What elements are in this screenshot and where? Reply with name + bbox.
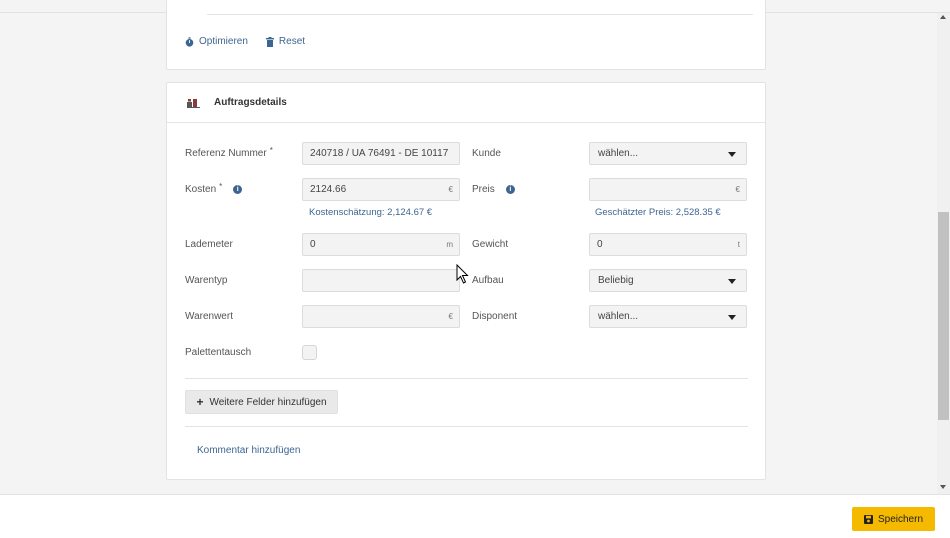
reference-label-text: Referenz Nummer: [185, 148, 267, 159]
loading-meter-label: Lademeter: [185, 239, 233, 250]
costs-label: Kosten * i: [185, 182, 243, 195]
goods-type-label: Warentyp: [185, 275, 227, 286]
body-type-select[interactable]: Beliebig: [589, 269, 747, 292]
optimize-label: Optimieren: [199, 36, 248, 47]
route-card: Optimieren Reset: [166, 0, 766, 70]
customer-label-text: Kunde: [472, 148, 501, 159]
required-marker: *: [269, 146, 273, 155]
dispatcher-value: wählen...: [598, 311, 639, 322]
save-label: Speichern: [877, 513, 924, 525]
customer-label: Kunde: [472, 148, 501, 159]
card-header: Auftragsdetails: [167, 83, 765, 123]
reference-label: Referenz Nummer *: [185, 146, 273, 159]
weight-label-text: Gewicht: [472, 239, 509, 250]
weight-label: Gewicht: [472, 239, 508, 250]
price-estimate-hint: Geschätzter Preis: 2,528.35 €: [595, 207, 721, 218]
pallet-exchange-checkbox[interactable]: [302, 345, 317, 360]
trash-icon: [265, 36, 274, 47]
info-icon[interactable]: i: [233, 185, 243, 194]
optimize-button[interactable]: Optimieren: [185, 36, 248, 47]
price-label: Preis i: [472, 184, 515, 195]
reset-button[interactable]: Reset: [265, 36, 306, 47]
costs-value: 2124.66: [310, 184, 347, 195]
currency-suffix: €: [735, 185, 740, 194]
goods-value-input[interactable]: €: [302, 305, 460, 328]
chevron-down-icon: [728, 315, 736, 320]
body-type-value: Beliebig: [598, 275, 634, 286]
loading-meter-input[interactable]: 0 m: [302, 233, 460, 256]
reference-value: 240718 / UA 76491 - DE 10117: [310, 148, 449, 159]
stopwatch-icon: [185, 36, 194, 47]
scroll-down-icon[interactable]: [940, 485, 946, 489]
goods-value-label: Warenwert: [185, 311, 233, 322]
divider: [185, 426, 748, 427]
save-button[interactable]: Speichern: [852, 507, 935, 531]
divider: [207, 14, 753, 15]
bottom-bar: [0, 494, 950, 538]
goods-type-input[interactable]: [302, 269, 460, 292]
currency-suffix: €: [448, 312, 453, 321]
section-title: Auftragsdetails: [214, 97, 287, 108]
reset-label: Reset: [278, 36, 306, 47]
add-fields-button[interactable]: + Weitere Felder hinzufügen: [185, 390, 338, 414]
chevron-down-icon: [728, 152, 736, 157]
info-icon[interactable]: i: [505, 185, 515, 194]
boxes-icon: [187, 98, 200, 108]
scroll-thumb[interactable]: [938, 212, 949, 420]
loading-meter-label-text: Lademeter: [185, 239, 233, 250]
pallet-exchange-label: Palettentausch: [185, 347, 251, 358]
pallet-exchange-label-text: Palettentausch: [185, 347, 252, 358]
goods-type-label-text: Warentyp: [185, 275, 228, 286]
cost-estimate-hint: Kostenschätzung: 2,124.67 €: [309, 207, 433, 218]
customer-select[interactable]: wählen...: [589, 142, 747, 165]
chevron-down-icon: [728, 279, 736, 284]
plus-icon: +: [196, 395, 204, 409]
body-type-label-text: Aufbau: [472, 275, 504, 286]
currency-suffix: €: [448, 185, 453, 194]
dispatcher-select[interactable]: wählen...: [589, 305, 747, 328]
price-label-text: Preis: [472, 184, 495, 195]
scrollbar[interactable]: [937, 13, 950, 494]
required-marker: *: [219, 182, 223, 191]
divider: [185, 378, 748, 379]
costs-label-text: Kosten: [185, 184, 217, 195]
weight-input[interactable]: 0 t: [589, 233, 747, 256]
mouse-cursor-icon: [456, 264, 469, 284]
reference-input[interactable]: 240718 / UA 76491 - DE 10117: [302, 142, 460, 165]
add-comment-link[interactable]: Kommentar hinzufügen: [197, 445, 300, 456]
dispatcher-label: Disponent: [472, 311, 517, 322]
unit-suffix: t: [737, 240, 740, 249]
scroll-up-icon[interactable]: [940, 15, 946, 19]
add-fields-label: Weitere Felder hinzufügen: [209, 396, 327, 408]
loading-meter-value: 0: [310, 239, 316, 250]
goods-value-label-text: Warenwert: [185, 311, 233, 322]
floppy-icon: [863, 514, 873, 524]
price-input[interactable]: €: [589, 178, 747, 201]
costs-input[interactable]: 2124.66 €: [302, 178, 460, 201]
weight-value: 0: [597, 239, 603, 250]
dispatcher-label-text: Disponent: [472, 311, 518, 322]
customer-value: wählen...: [598, 148, 639, 159]
unit-suffix: m: [446, 240, 453, 249]
body-type-label: Aufbau: [472, 275, 504, 286]
